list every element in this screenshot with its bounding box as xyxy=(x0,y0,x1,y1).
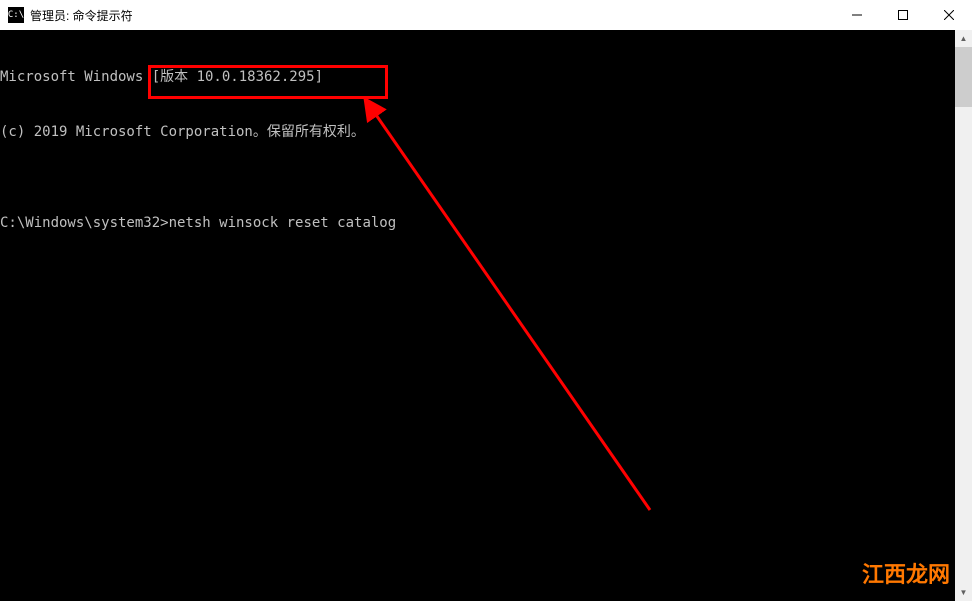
minimize-button[interactable] xyxy=(834,0,880,30)
cmd-icon: C:\ xyxy=(8,7,24,23)
terminal-copyright-line: (c) 2019 Microsoft Corporation。保留所有权利。 xyxy=(0,123,955,141)
terminal-version-line: Microsoft Windows [版本 10.0.18362.295] xyxy=(0,68,955,86)
terminal-prompt: C:\Windows\system32> xyxy=(0,215,169,231)
scrollbar-thumb[interactable] xyxy=(955,47,972,107)
window-controls xyxy=(834,0,972,30)
scrollbar-up-arrow-icon[interactable]: ▲ xyxy=(955,30,972,47)
terminal-prompt-line: C:\Windows\system32>netsh winsock reset … xyxy=(0,214,955,232)
maximize-button[interactable] xyxy=(880,0,926,30)
scrollbar-down-arrow-icon[interactable]: ▼ xyxy=(955,584,972,601)
terminal-area[interactable]: Microsoft Windows [版本 10.0.18362.295] (c… xyxy=(0,30,955,601)
window-titlebar: C:\ 管理员: 命令提示符 xyxy=(0,0,972,30)
terminal-command: netsh winsock reset catalog xyxy=(169,215,397,231)
vertical-scrollbar[interactable]: ▲ ▼ xyxy=(955,30,972,601)
close-button[interactable] xyxy=(926,0,972,30)
window-title: 管理员: 命令提示符 xyxy=(30,7,133,24)
watermark-text: 江西龙网 xyxy=(862,557,950,589)
